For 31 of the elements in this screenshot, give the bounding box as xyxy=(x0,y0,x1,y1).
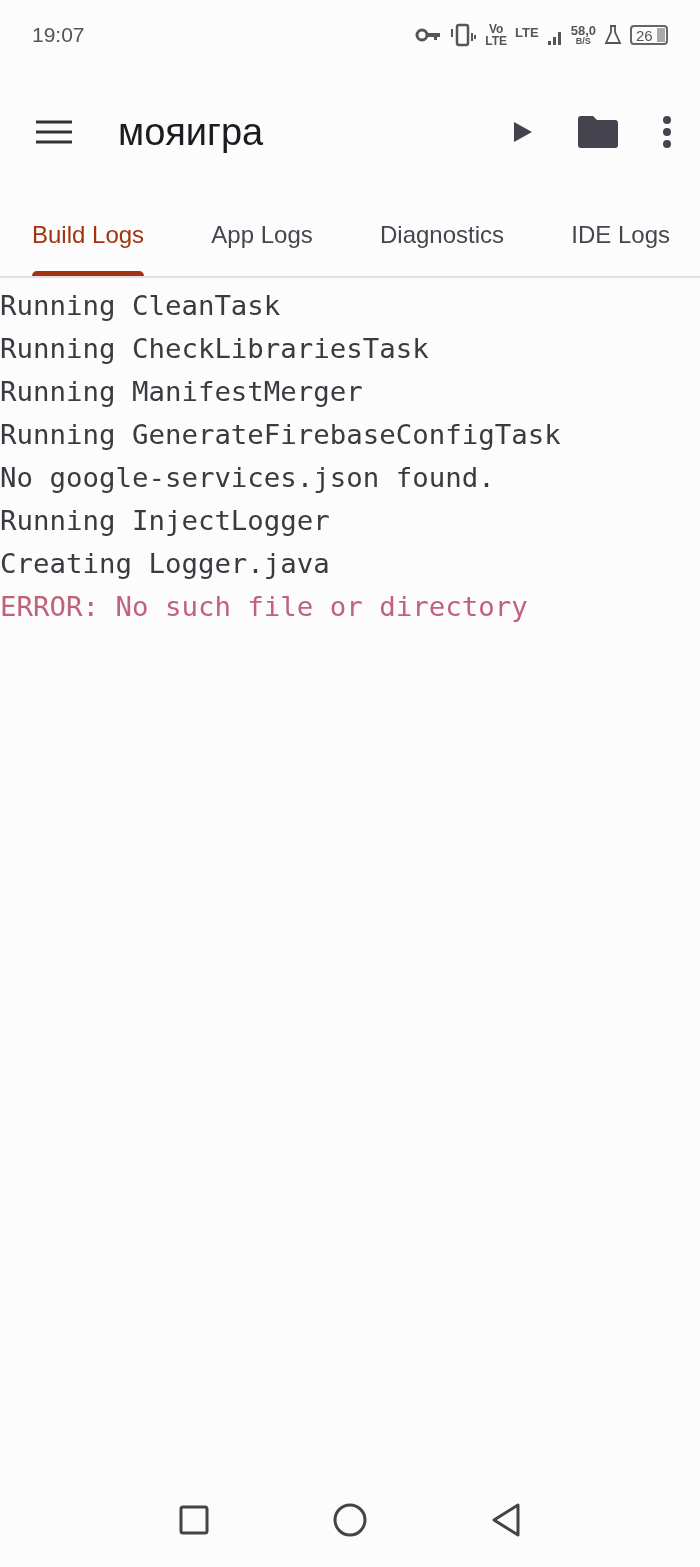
log-line: No google-services.json found. xyxy=(0,461,495,495)
menu-icon[interactable] xyxy=(36,120,72,144)
log-line: Running InjectLogger xyxy=(0,504,330,538)
volte-text: Vo xyxy=(488,23,504,35)
key-icon xyxy=(415,28,442,42)
tab[interactable]: Diagnostics xyxy=(361,194,523,276)
log-line: Running CheckLibrariesTask xyxy=(0,332,429,366)
home-icon[interactable] xyxy=(333,1503,367,1537)
more-icon[interactable] xyxy=(662,115,672,149)
tab[interactable]: App Logs xyxy=(193,194,331,276)
log-line: Running GenerateFirebaseConfigTask xyxy=(0,418,561,452)
log-line: Running ManifestMerger xyxy=(0,375,363,409)
log-line: Creating Logger.java xyxy=(0,547,330,581)
error-log-line: ERROR: No such file or directory xyxy=(0,590,528,624)
network-type-text: LTE xyxy=(515,25,539,40)
speed-unit-text: B/S xyxy=(575,37,591,46)
speed-text: 58,0 xyxy=(570,24,596,37)
flask-icon xyxy=(604,25,622,45)
recents-icon[interactable] xyxy=(179,1505,209,1535)
project-title: мояигра xyxy=(118,110,265,154)
tab[interactable]: Build Logs xyxy=(14,194,163,276)
battery-text: 26 xyxy=(635,26,654,44)
log-line: Running CleanTask xyxy=(0,289,281,323)
play-icon[interactable] xyxy=(512,120,534,144)
battery-fill xyxy=(657,28,665,42)
back-icon[interactable] xyxy=(491,1503,521,1537)
tab[interactable]: IDE Logs xyxy=(553,194,688,276)
status-time: 19:07 xyxy=(32,23,85,47)
folder-icon[interactable] xyxy=(578,116,618,148)
vibrate-icon xyxy=(449,23,478,47)
volte-text: LTE xyxy=(485,35,508,47)
